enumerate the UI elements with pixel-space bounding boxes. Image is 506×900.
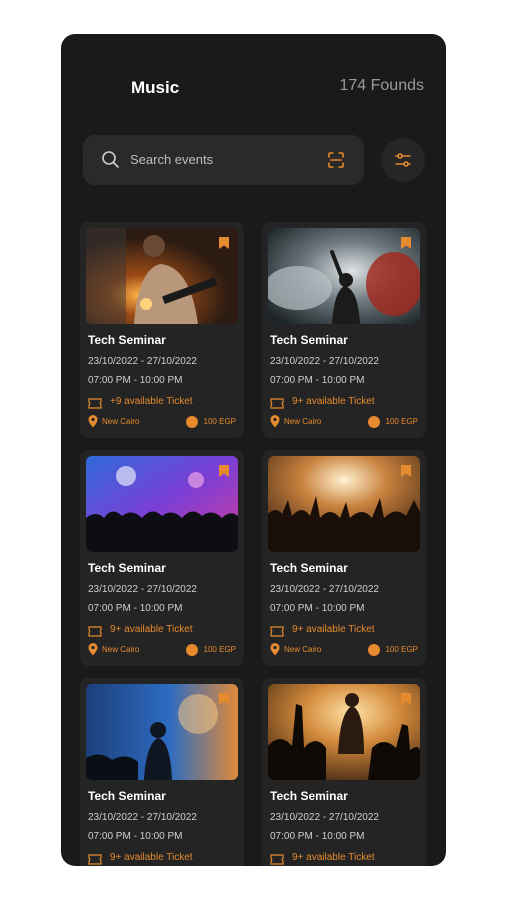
- bookmark-icon[interactable]: [400, 464, 412, 478]
- location-pin-icon: [88, 415, 98, 428]
- event-date: 23/10/2022 - 27/10/2022: [270, 356, 379, 367]
- event-time: 07:00 PM - 10:00 PM: [270, 375, 365, 386]
- ticket-text: +9 available Ticket: [110, 396, 193, 407]
- event-date: 23/10/2022 - 27/10/2022: [88, 584, 197, 595]
- event-time: 07:00 PM - 10:00 PM: [88, 831, 183, 842]
- event-time: 07:00 PM - 10:00 PM: [270, 831, 365, 842]
- event-title: Tech Seminar: [270, 789, 348, 803]
- event-price: 100 EGP: [358, 643, 418, 657]
- location-pin-icon: [88, 643, 98, 656]
- event-card[interactable]: Tech Seminar 23/10/2022 - 27/10/2022 07:…: [262, 678, 426, 866]
- event-time: 07:00 PM - 10:00 PM: [270, 603, 365, 614]
- event-image: [86, 228, 238, 324]
- event-title: Tech Seminar: [270, 333, 348, 347]
- price-text: 100 EGP: [385, 417, 418, 426]
- bookmark-icon[interactable]: [218, 464, 230, 478]
- page-title: Music: [131, 78, 180, 97]
- event-card[interactable]: Tech Seminar 23/10/2022 - 27/10/2022 07:…: [262, 450, 426, 666]
- coin-icon: [368, 644, 380, 656]
- filter-button[interactable]: [381, 138, 425, 182]
- event-price: 100 EGP: [176, 415, 236, 429]
- event-time: 07:00 PM - 10:00 PM: [88, 603, 183, 614]
- coin-icon: [186, 644, 198, 656]
- coin-icon: [186, 416, 198, 428]
- results-count: 174 Founds: [339, 77, 424, 94]
- event-date: 23/10/2022 - 27/10/2022: [88, 356, 197, 367]
- bookmark-icon[interactable]: [400, 692, 412, 706]
- header: Music 174 Founds: [61, 34, 446, 134]
- event-card[interactable]: Tech Seminar 23/10/2022 - 27/10/2022 07:…: [80, 450, 244, 666]
- search-placeholder: Search events: [130, 152, 214, 167]
- location-text: New Cairo: [284, 417, 322, 426]
- bookmark-icon[interactable]: [218, 236, 230, 250]
- app-screen: Music 174 Founds Search events Tech Semi…: [61, 34, 446, 866]
- ticket-availability: +9 available Ticket: [88, 395, 238, 409]
- location-text: New Cairo: [102, 417, 140, 426]
- coin-icon: [368, 416, 380, 428]
- ticket-icon: [270, 852, 284, 865]
- price-text: 100 EGP: [385, 645, 418, 654]
- location-pin-icon: [270, 643, 280, 656]
- event-date: 23/10/2022 - 27/10/2022: [270, 812, 379, 823]
- event-image: [268, 684, 420, 780]
- event-title: Tech Seminar: [88, 333, 166, 347]
- ticket-text: 9+ available Ticket: [110, 852, 193, 863]
- search-input[interactable]: Search events: [83, 135, 364, 185]
- ticket-icon: [270, 396, 284, 409]
- ticket-icon: [270, 624, 284, 637]
- ticket-availability: 9+ available Ticket: [270, 623, 420, 637]
- location-text: New Cairo: [102, 645, 140, 654]
- bookmark-icon[interactable]: [218, 692, 230, 706]
- ticket-availability: 9+ available Ticket: [88, 851, 238, 865]
- scan-icon[interactable]: [326, 150, 346, 170]
- event-time: 07:00 PM - 10:00 PM: [88, 375, 183, 386]
- event-title: Tech Seminar: [88, 561, 166, 575]
- event-image: [268, 228, 420, 324]
- event-card[interactable]: Tech Seminar 23/10/2022 - 27/10/2022 07:…: [80, 222, 244, 438]
- event-title: Tech Seminar: [88, 789, 166, 803]
- event-title: Tech Seminar: [270, 561, 348, 575]
- event-image: [86, 684, 238, 780]
- location-pin-icon: [270, 415, 280, 428]
- location-text: New Cairo: [284, 645, 322, 654]
- event-card[interactable]: Tech Seminar 23/10/2022 - 27/10/2022 07:…: [262, 222, 426, 438]
- event-price: 100 EGP: [358, 415, 418, 429]
- ticket-text: 9+ available Ticket: [292, 852, 375, 863]
- ticket-availability: 9+ available Ticket: [270, 851, 420, 865]
- ticket-icon: [88, 624, 102, 637]
- event-date: 23/10/2022 - 27/10/2022: [270, 584, 379, 595]
- event-date: 23/10/2022 - 27/10/2022: [88, 812, 197, 823]
- bookmark-icon[interactable]: [400, 236, 412, 250]
- price-text: 100 EGP: [203, 417, 236, 426]
- ticket-text: 9+ available Ticket: [110, 624, 193, 635]
- ticket-availability: 9+ available Ticket: [88, 623, 238, 637]
- event-card[interactable]: Tech Seminar 23/10/2022 - 27/10/2022 07:…: [80, 678, 244, 866]
- ticket-icon: [88, 396, 102, 409]
- event-image: [86, 456, 238, 552]
- search-icon: [101, 150, 121, 170]
- ticket-text: 9+ available Ticket: [292, 624, 375, 635]
- ticket-icon: [88, 852, 102, 865]
- price-text: 100 EGP: [203, 645, 236, 654]
- event-price: 100 EGP: [176, 643, 236, 657]
- event-image: [268, 456, 420, 552]
- ticket-text: 9+ available Ticket: [292, 396, 375, 407]
- ticket-availability: 9+ available Ticket: [270, 395, 420, 409]
